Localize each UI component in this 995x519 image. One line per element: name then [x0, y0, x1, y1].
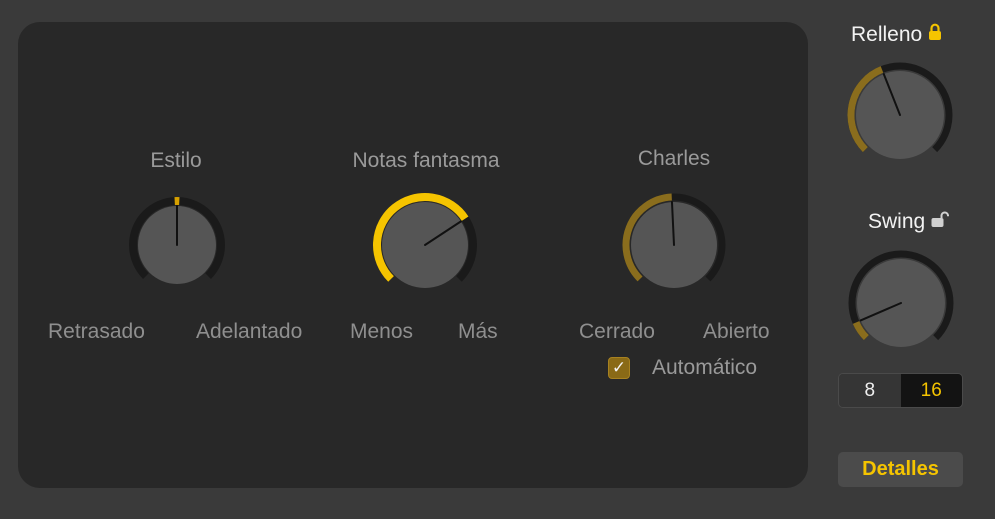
style-knob-title: Estilo — [150, 149, 202, 172]
resolution-option-8[interactable]: 8 — [839, 374, 901, 407]
auto-checkbox[interactable]: ✓ — [608, 357, 630, 379]
ghost-notes-right-label: Más — [458, 320, 498, 343]
fill-title-label: Relleno — [851, 23, 923, 46]
swing-knob[interactable] — [846, 250, 956, 361]
drummer-editor: Estilo Retrasado Adelantado Notas fantas… — [0, 0, 995, 519]
swing-title: Swing — [868, 210, 950, 234]
ghost-notes-knob-title: Notas fantasma — [352, 149, 500, 172]
fill-knob[interactable] — [845, 62, 955, 173]
style-left-label: Retrasado — [48, 320, 145, 343]
hihat-left-label: Cerrado — [579, 320, 655, 343]
ghost-notes-knob[interactable] — [370, 190, 480, 300]
hihat-knob[interactable] — [619, 190, 729, 300]
resolution-option-16[interactable]: 16 — [900, 374, 962, 407]
checkmark-icon: ✓ — [611, 358, 627, 377]
lock-closed-icon[interactable] — [928, 23, 942, 47]
auto-checkbox-row[interactable]: ✓ Automático — [608, 356, 757, 380]
hihat-knob-title: Charles — [637, 147, 711, 170]
swing-title-label: Swing — [868, 210, 926, 233]
style-knob[interactable] — [122, 190, 232, 300]
main-controls-panel: Estilo Retrasado Adelantado Notas fantas… — [18, 22, 808, 488]
resolution-segmented-control: 8 16 — [838, 373, 963, 408]
hihat-right-label: Abierto — [703, 320, 770, 343]
ghost-notes-left-label: Menos — [350, 320, 414, 343]
details-button[interactable]: Detalles — [838, 452, 963, 487]
auto-checkbox-label: Automático — [652, 356, 758, 379]
style-right-label: Adelantado — [196, 320, 303, 343]
fill-title: Relleno — [851, 23, 942, 47]
lock-open-icon[interactable] — [931, 210, 950, 234]
